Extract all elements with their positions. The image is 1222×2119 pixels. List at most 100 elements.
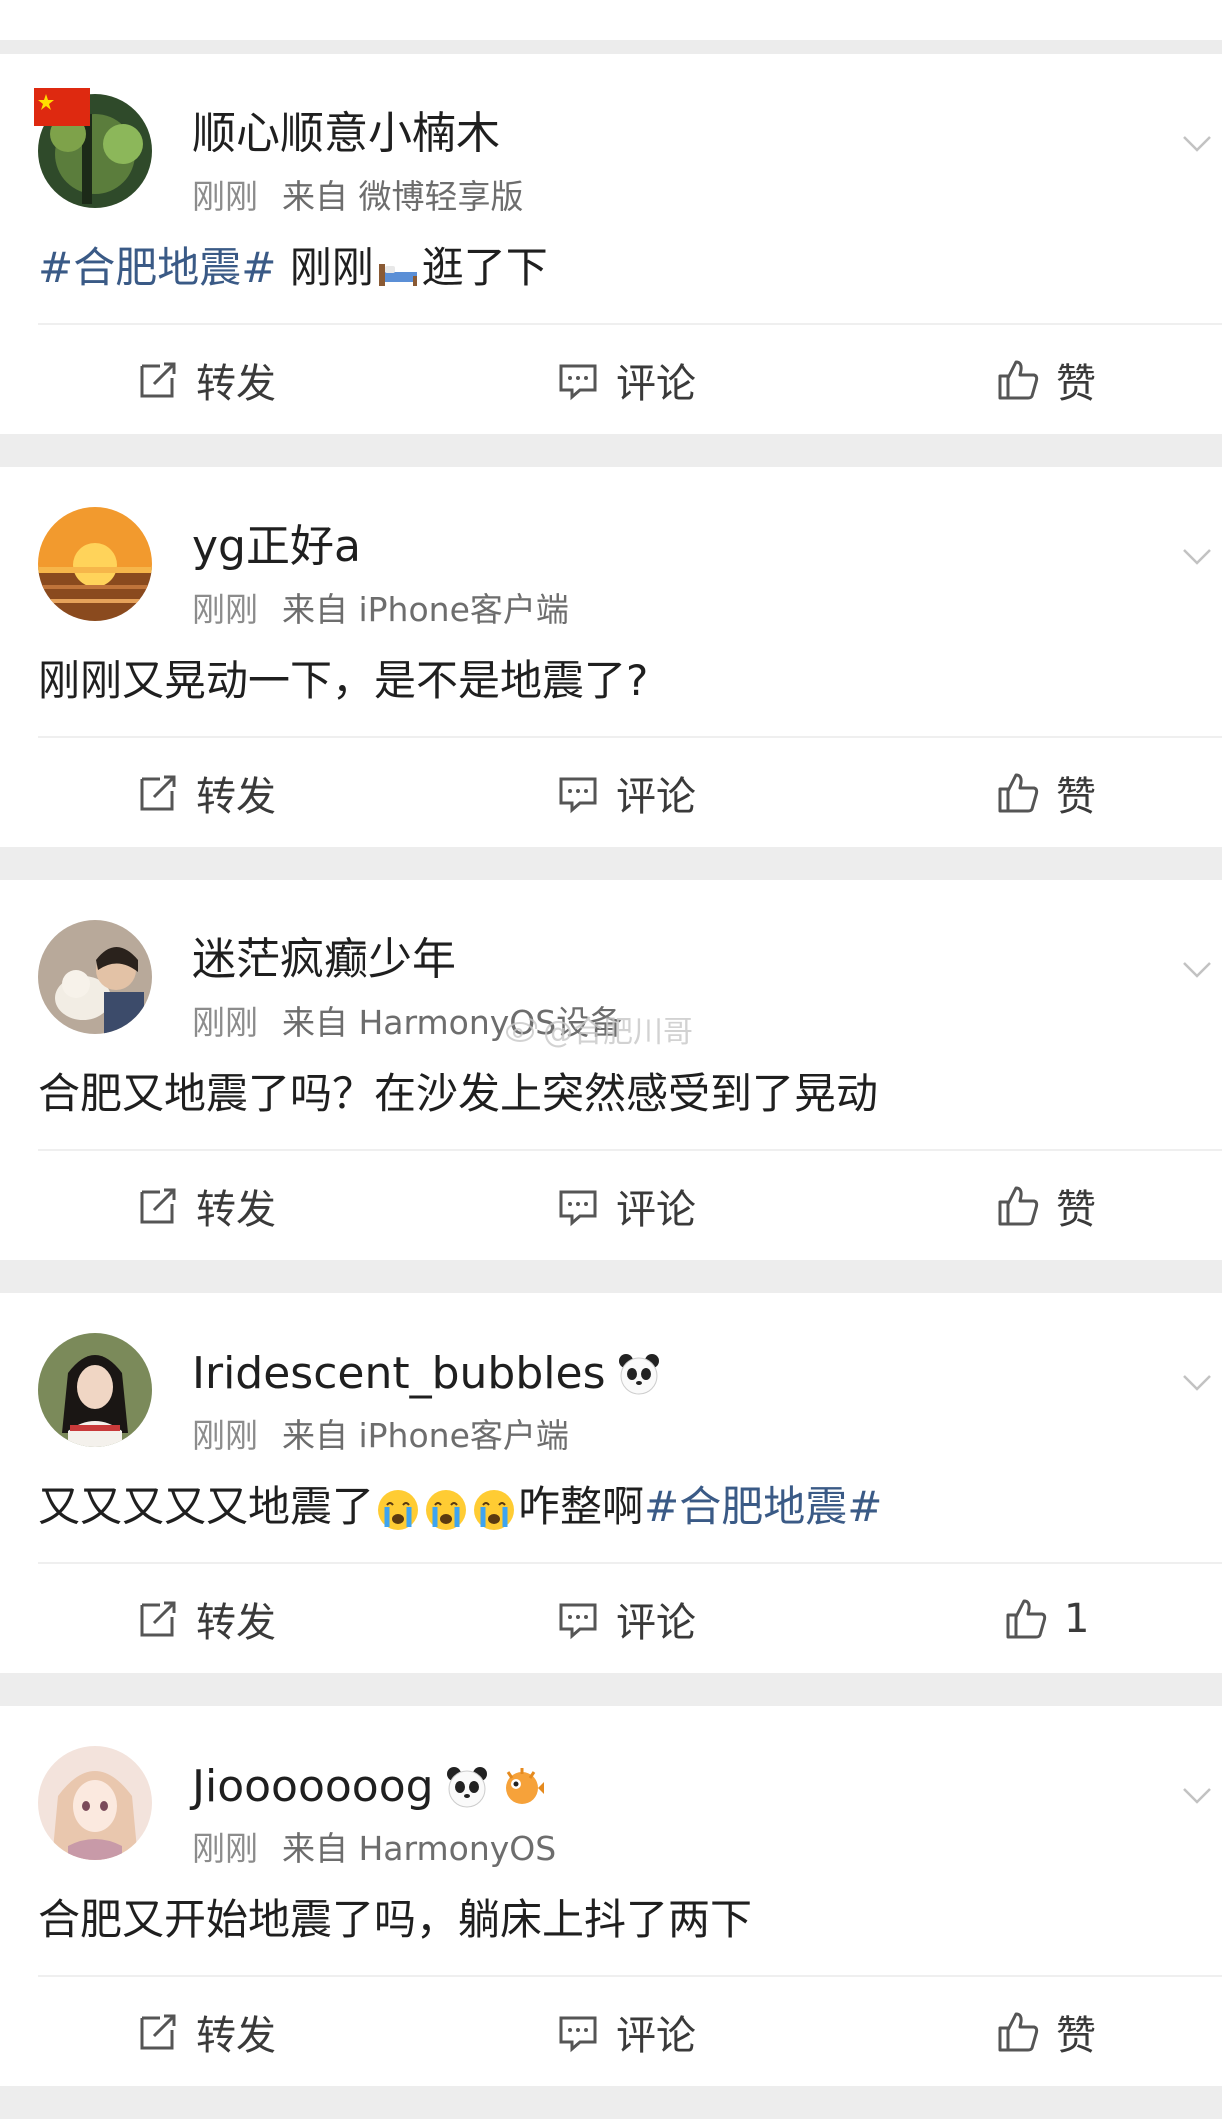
post-card[interactable]: Jiooooooog 刚刚 来自 HarmonyOS 合肥又开始地震了吗，躺床上抖… <box>0 1706 1222 2086</box>
comment-icon <box>559 2016 597 2053</box>
action-bar: 转发 评论 赞 <box>0 1152 1222 1260</box>
comment-icon <box>559 777 597 814</box>
weibo-logo-icon <box>506 1018 538 1042</box>
hashtag-link[interactable]: #合肥地震# <box>644 1482 882 1531</box>
username[interactable]: Iridescent_bubbles <box>192 1351 662 1397</box>
thumbs-up-icon <box>998 1186 1039 1226</box>
chevron-down-icon[interactable] <box>1182 134 1212 154</box>
chevron-down-icon[interactable] <box>1182 547 1212 567</box>
avatar[interactable] <box>38 507 152 621</box>
repost-button[interactable]: 转发 <box>136 1152 276 1260</box>
bed-emoji-icon <box>378 263 417 286</box>
thumbs-up-icon <box>998 360 1039 400</box>
username[interactable]: 迷茫疯癫少年 <box>192 938 456 982</box>
post-body: #合肥地震# 刚刚 逛了下 <box>38 243 548 292</box>
thumbs-up-icon <box>1006 1599 1047 1639</box>
divider <box>38 1975 1222 1977</box>
post-source: 来自 HarmonyOS <box>282 1829 557 1868</box>
avatar-image-girl <box>38 1333 152 1447</box>
comment-icon <box>559 1603 597 1640</box>
divider <box>38 1562 1222 1564</box>
action-bar: 转发 评论 1 <box>0 1565 1222 1673</box>
username[interactable]: yg正好a <box>192 525 361 569</box>
post-body: 合肥又地震了吗？在沙发上突然感受到了晃动 <box>38 1069 879 1118</box>
avatar-image-anime-girl <box>38 1746 152 1860</box>
panda-emoji-icon <box>446 1767 487 1808</box>
pufferfish-emoji-icon <box>505 1768 544 1804</box>
crying-emoji-icon <box>426 1489 467 1530</box>
post-header: Iridescent_bubbles 刚刚 来自 iPhone客户端 <box>38 1333 1222 1452</box>
post-source: 来自 iPhone客户端 <box>282 1416 569 1455</box>
post-source: 来自 iPhone客户端 <box>282 590 569 629</box>
action-bar: 转发 评论 赞 <box>0 326 1222 434</box>
post-card[interactable]: yg正好a 刚刚 来自 iPhone客户端 刚刚又晃动一下，是不是地震了? 转发 … <box>0 467 1222 847</box>
comment-button[interactable]: 评论 <box>556 326 696 434</box>
repost-button[interactable]: 转发 <box>136 739 276 847</box>
repost-icon <box>140 1601 176 1637</box>
avatar[interactable] <box>38 1333 152 1447</box>
thumbs-up-icon <box>998 773 1039 813</box>
like-button[interactable]: 赞 <box>996 326 1096 434</box>
post-header: yg正好a 刚刚 来自 iPhone客户端 <box>38 507 1222 626</box>
comment-button[interactable]: 评论 <box>556 1978 696 2086</box>
like-button[interactable]: 赞 <box>996 739 1096 847</box>
post-meta: 刚刚 来自 iPhone客户端 <box>192 593 569 626</box>
post-body: 刚刚又晃动一下，是不是地震了? <box>38 656 649 705</box>
like-button[interactable]: 赞 <box>996 1152 1096 1260</box>
post-body: 合肥又开始地震了吗，躺床上抖了两下 <box>38 1895 753 1944</box>
post-time: 刚刚 <box>192 1416 258 1455</box>
comment-button[interactable]: 评论 <box>556 1565 696 1673</box>
like-count: 1 <box>1064 1596 1090 1642</box>
repost-button[interactable]: 转发 <box>136 326 276 434</box>
post-source: 来自 微博轻享版 <box>282 177 524 216</box>
repost-icon <box>140 362 176 398</box>
avatar[interactable] <box>38 1746 152 1860</box>
post-time: 刚刚 <box>192 177 258 216</box>
post-meta: 刚刚 来自 微博轻享版 <box>192 180 524 213</box>
hashtag-link[interactable]: #合肥地震# <box>38 243 276 292</box>
post-meta: 刚刚 来自 iPhone客户端 <box>192 1419 569 1452</box>
post-body: 又又又又又地震了 咋整啊#合肥地震# <box>38 1482 883 1531</box>
comment-icon <box>559 364 597 401</box>
post-card[interactable]: Iridescent_bubbles 刚刚 来自 iPhone客户端 又又又又又地… <box>0 1293 1222 1673</box>
chevron-down-icon[interactable] <box>1182 1786 1212 1806</box>
divider <box>38 1149 1222 1151</box>
post-time: 刚刚 <box>192 590 258 629</box>
username[interactable]: 顺心顺意小楠木 <box>192 112 500 156</box>
crying-emoji-icon <box>378 1489 419 1530</box>
like-button[interactable]: 赞 <box>996 1978 1096 2086</box>
like-button[interactable]: 1 <box>1004 1565 1089 1673</box>
post-time: 刚刚 <box>192 1829 258 1868</box>
post-card[interactable]: 迷茫疯癫少年 刚刚 来自 HarmonyOS设备 合肥又地震了吗？在沙发上突然感受… <box>0 880 1222 1260</box>
post-time: 刚刚 <box>192 1003 258 1042</box>
repost-icon <box>140 2014 176 2050</box>
comment-button[interactable]: 评论 <box>556 739 696 847</box>
weibo-feed: 顺心顺意小楠木 刚刚 来自 微博轻享版 #合肥地震# 刚刚 逛了下 转发 评论 赞 <box>0 0 1222 2119</box>
post-header: 顺心顺意小楠木 刚刚 来自 微博轻享版 <box>34 88 1222 213</box>
watermark: @合肥川哥 <box>505 1007 693 1051</box>
panda-emoji-icon <box>618 1354 659 1395</box>
action-bar: 转发 评论 赞 <box>0 1978 1222 2086</box>
post-meta: 刚刚 来自 HarmonyOS <box>192 1832 556 1865</box>
repost-icon <box>140 775 176 811</box>
repost-button[interactable]: 转发 <box>136 1978 276 2086</box>
avatar-image-person-with-dog <box>38 920 152 1034</box>
avatar[interactable] <box>38 920 152 1034</box>
repost-icon <box>140 1188 176 1224</box>
divider <box>38 323 1222 325</box>
repost-button[interactable]: 转发 <box>136 1565 276 1673</box>
divider <box>38 736 1222 738</box>
post-card[interactable]: 顺心顺意小楠木 刚刚 来自 微博轻享版 #合肥地震# 刚刚 逛了下 转发 评论 赞 <box>0 54 1222 434</box>
username[interactable]: Jiooooooog <box>192 1764 546 1810</box>
china-flag-icon <box>34 88 90 126</box>
chevron-down-icon[interactable] <box>1182 1373 1212 1393</box>
post-header: Jiooooooog 刚刚 来自 HarmonyOS <box>38 1746 1222 1865</box>
action-bar: 转发 评论 赞 <box>0 739 1222 847</box>
comment-icon <box>559 1190 597 1227</box>
thumbs-up-icon <box>998 2012 1039 2052</box>
avatar-image-sunset <box>38 507 152 621</box>
crying-emoji-icon <box>474 1489 515 1530</box>
top-strip <box>0 0 1222 54</box>
comment-button[interactable]: 评论 <box>556 1152 696 1260</box>
chevron-down-icon[interactable] <box>1182 960 1212 980</box>
